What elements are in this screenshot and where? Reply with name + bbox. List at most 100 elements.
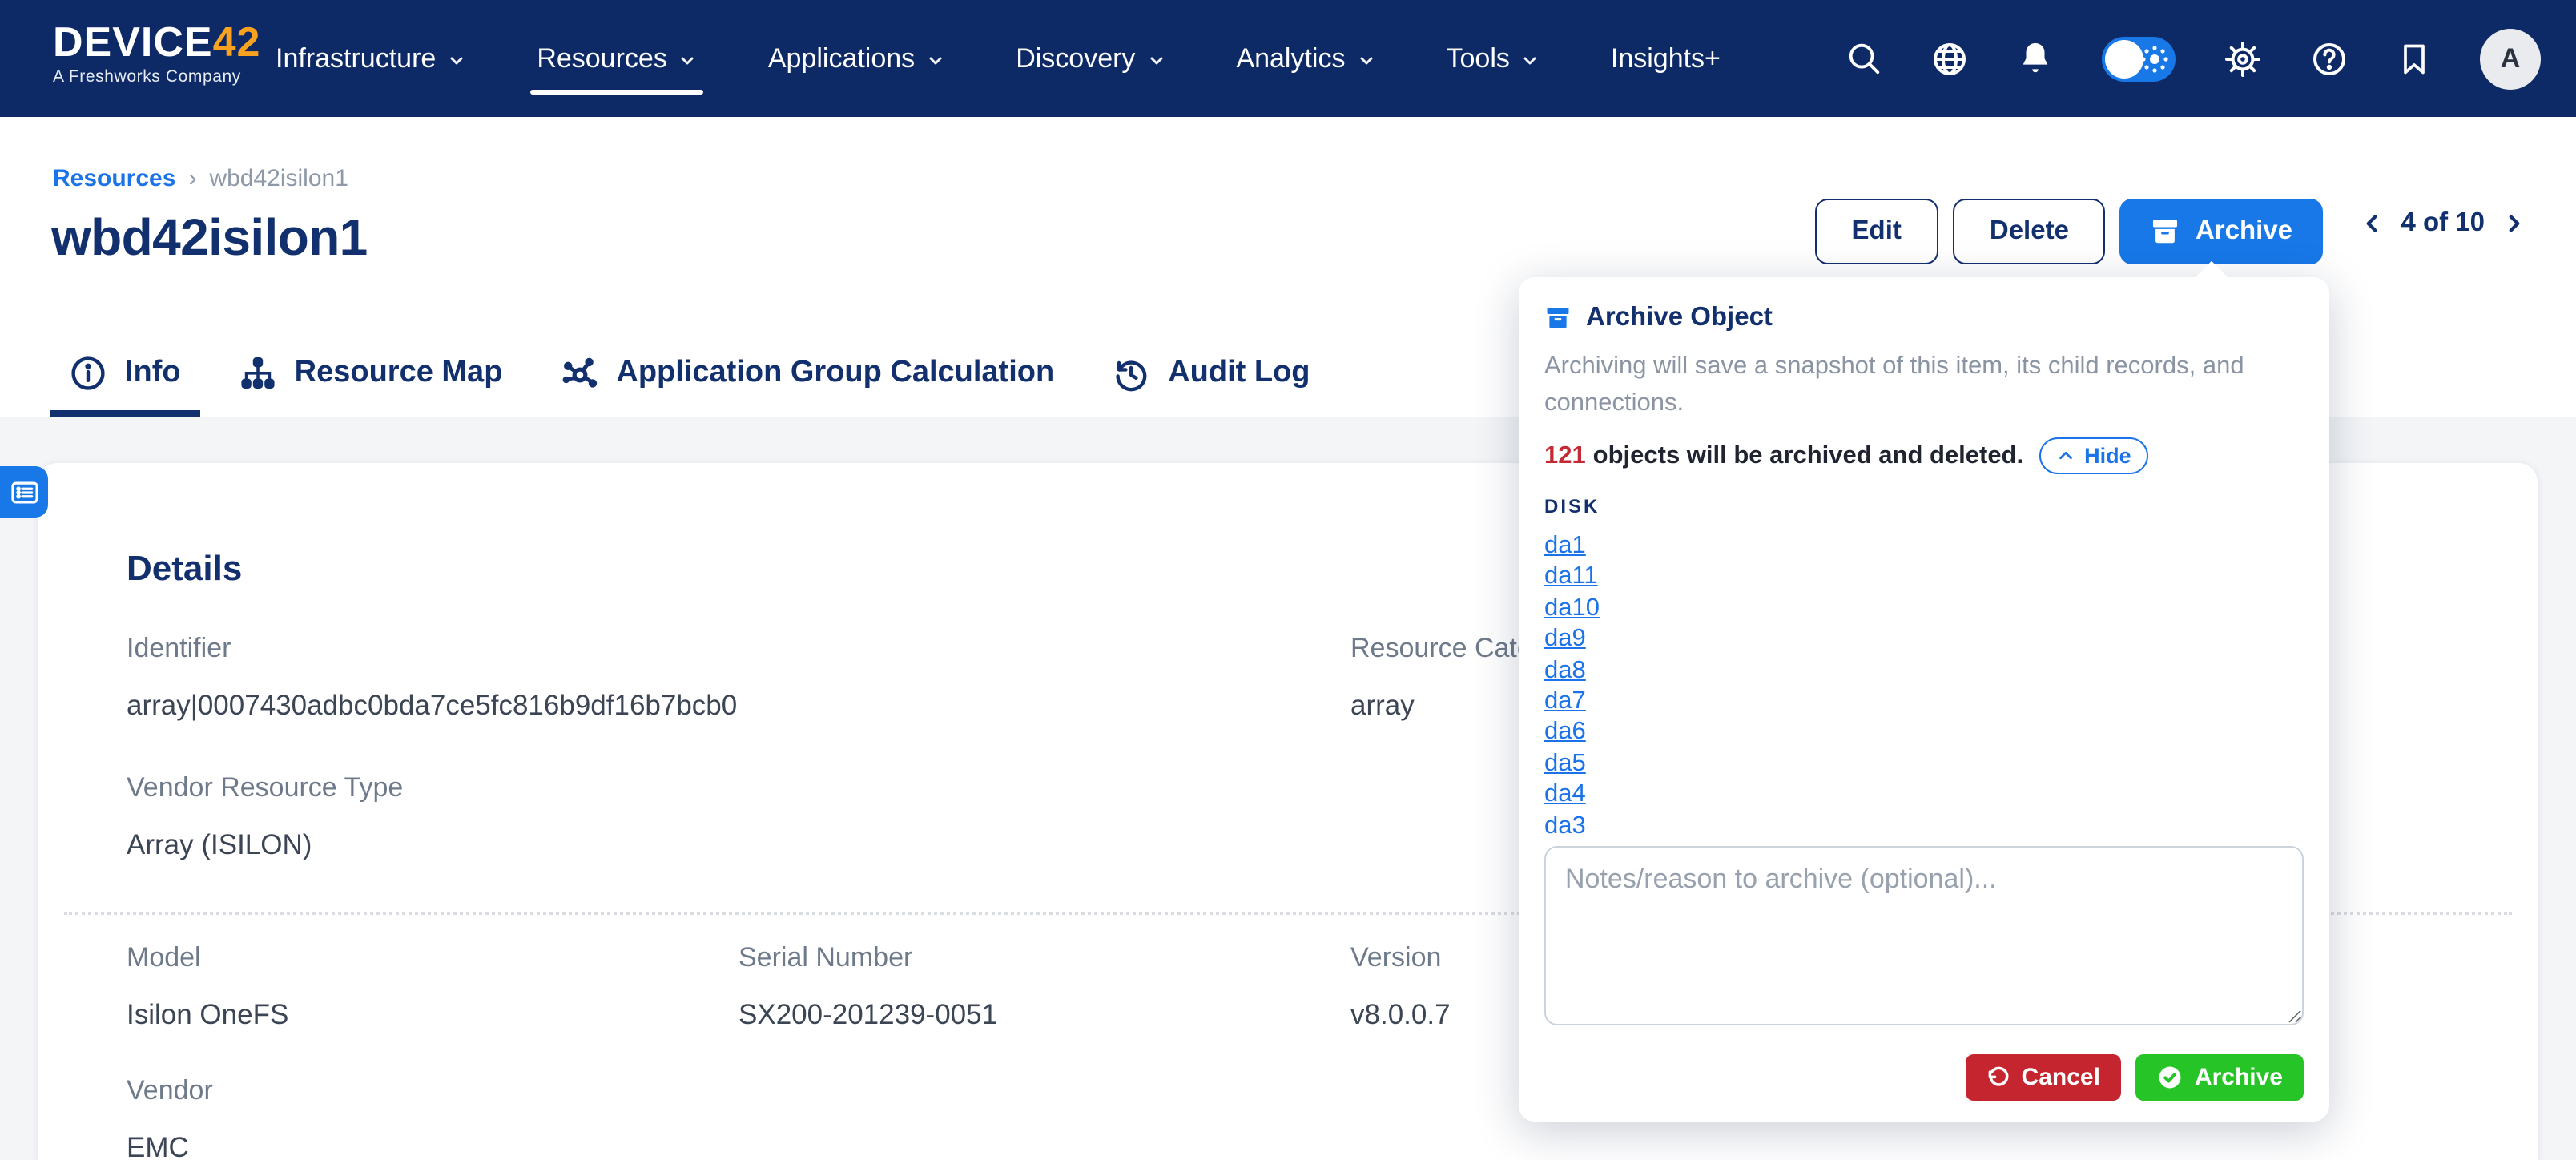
nav-item-insights[interactable]: Insights+ — [1611, 0, 1721, 117]
field-label: Model — [127, 942, 288, 974]
field-value: Array (ISILON) — [127, 828, 403, 862]
popup-description: Archiving will save a snapshot of this i… — [1544, 348, 2297, 421]
help-icon[interactable] — [2310, 39, 2349, 78]
chevron-down-icon — [1146, 50, 1165, 70]
side-panel-toggle[interactable] — [0, 466, 48, 518]
hide-button[interactable]: Hide — [2039, 437, 2149, 474]
main-nav: Infrastructure Resources Applications Di… — [276, 0, 1721, 117]
breadcrumb-separator: › — [188, 165, 196, 192]
chevron-up-icon — [2057, 447, 2075, 465]
disk-link[interactable]: da7 — [1544, 686, 1586, 717]
previous-record-icon[interactable] — [2357, 210, 2385, 237]
breadcrumb-resources-link[interactable]: Resources — [53, 165, 175, 192]
field-version: Version v8.0.0.7 — [1350, 942, 1451, 1032]
field-label: Identifier — [127, 633, 737, 665]
chevron-down-icon — [926, 50, 945, 70]
check-circle-icon — [2156, 1064, 2184, 1091]
logo-tagline: A Freshworks Company — [53, 67, 260, 87]
detail-tabs: Info Resource Map Application Group Calc… — [69, 328, 1310, 417]
archive-button[interactable]: Archive — [2120, 199, 2323, 264]
field-vendor: Vendor EMC — [127, 1075, 213, 1160]
page-actions: Edit Delete Archive — [1815, 199, 2323, 264]
archive-count-text: objects will be archived and deleted. — [1593, 441, 2024, 469]
field-label: Version — [1350, 942, 1451, 974]
archive-count: 121 — [1544, 441, 1586, 469]
nav-item-analytics[interactable]: Analytics — [1236, 0, 1375, 117]
disk-link[interactable]: da4 — [1544, 779, 1586, 811]
field-value: Isilon OneFS — [127, 998, 288, 1032]
field-value: SX200-201239-0051 — [739, 998, 997, 1032]
field-label: Serial Number — [739, 942, 997, 974]
confirm-archive-button[interactable]: Archive — [2135, 1054, 2304, 1101]
archive-notes-input[interactable] — [1544, 846, 2304, 1025]
pagination-count: 4 of 10 — [2401, 208, 2485, 239]
nav-item-infrastructure[interactable]: Infrastructure — [276, 0, 466, 117]
user-avatar[interactable]: A — [2480, 28, 2541, 89]
edit-button[interactable]: Edit — [1815, 199, 1938, 264]
popup-header: Archive Object — [1544, 303, 2304, 333]
theme-toggle[interactable] — [2102, 36, 2176, 81]
page-title: wbd42isilon1 — [51, 208, 368, 268]
next-record-icon[interactable] — [2501, 210, 2528, 237]
cancel-button[interactable]: Cancel — [1966, 1054, 2121, 1101]
disk-section-label: DISK — [1544, 495, 2304, 518]
field-serial-number: Serial Number SX200-201239-0051 — [739, 942, 997, 1032]
tab-application-group-calculation[interactable]: Application Group Calculation — [560, 328, 1054, 417]
chevron-down-icon — [1521, 50, 1540, 70]
field-identifier: Identifier array|0007430adbc0bda7ce5fc81… — [127, 633, 737, 723]
breadcrumb-current: wbd42isilon1 — [209, 165, 348, 192]
disk-link[interactable]: da1 — [1544, 530, 1586, 562]
nav-item-resources[interactable]: Resources — [537, 0, 698, 117]
field-model: Model Isilon OneFS — [127, 942, 288, 1032]
navbar-utilities: A — [1845, 0, 2541, 117]
field-label: Vendor Resource Type — [127, 772, 403, 804]
delete-button[interactable]: Delete — [1953, 199, 2106, 264]
disk-link[interactable]: da8 — [1544, 655, 1586, 686]
globe-icon[interactable] — [1930, 39, 1969, 78]
field-label: Vendor — [127, 1075, 213, 1107]
details-heading: Details — [127, 548, 242, 590]
breadcrumb: Resources › wbd42isilon1 — [53, 165, 348, 192]
popup-count-row: 121 objects will be archived and deleted… — [1544, 437, 2304, 474]
disk-link[interactable]: da11 — [1544, 562, 1598, 593]
nav-item-tools[interactable]: Tools — [1447, 0, 1540, 117]
field-vendor-resource-type: Vendor Resource Type Array (ISILON) — [127, 772, 403, 862]
history-icon — [1112, 353, 1150, 392]
toggle-knob — [2105, 39, 2143, 78]
tab-info[interactable]: Info — [69, 328, 181, 417]
chevron-down-icon — [678, 50, 698, 70]
application-group-icon — [560, 353, 598, 392]
logo-number: 42 — [213, 18, 261, 66]
disk-link[interactable]: da5 — [1544, 748, 1586, 779]
logo-text: DEVICE — [53, 18, 213, 66]
archive-box-icon — [1544, 304, 1572, 332]
resource-map-icon — [239, 353, 277, 392]
field-value: EMC — [127, 1131, 213, 1160]
chevron-down-icon — [447, 50, 466, 70]
field-value: array|0007430adbc0bda7ce5fc816b9df16b7bc… — [127, 689, 737, 723]
popup-actions: Cancel Archive — [1544, 1054, 2304, 1101]
disk-link[interactable]: da3 — [1544, 810, 1586, 835]
disk-link[interactable]: da6 — [1544, 717, 1586, 748]
device42-app: DEVICE42 A Freshworks Company Infrastruc… — [0, 0, 2576, 1160]
nav-item-applications[interactable]: Applications — [768, 0, 945, 117]
record-pagination: 4 of 10 — [2357, 208, 2528, 239]
archive-popup: Archive Object Archiving will save a sna… — [1519, 277, 2329, 1122]
undo-icon — [1986, 1065, 2010, 1090]
tab-audit-log[interactable]: Audit Log — [1112, 328, 1310, 417]
chevron-down-icon — [1357, 50, 1376, 70]
nav-item-discovery[interactable]: Discovery — [1016, 0, 1165, 117]
device42-logo[interactable]: DEVICE42 A Freshworks Company — [53, 19, 260, 87]
search-icon[interactable] — [1845, 40, 1882, 77]
settings-gear-icon[interactable] — [2224, 39, 2262, 78]
popup-title: Archive Object — [1586, 303, 1773, 333]
disk-link[interactable]: da10 — [1544, 593, 1600, 624]
tab-resource-map[interactable]: Resource Map — [239, 328, 503, 417]
archive-box-icon — [2151, 216, 2181, 247]
top-navbar: DEVICE42 A Freshworks Company Infrastruc… — [0, 0, 2576, 117]
notifications-bell-icon[interactable] — [2017, 40, 2054, 77]
disk-link[interactable]: da9 — [1544, 623, 1586, 655]
info-icon — [69, 353, 107, 392]
disk-link-list[interactable]: da1 da11 da10 da9 da8 da7 da6 da5 da4 da… — [1544, 530, 2304, 835]
bookmark-icon[interactable] — [2397, 41, 2432, 76]
